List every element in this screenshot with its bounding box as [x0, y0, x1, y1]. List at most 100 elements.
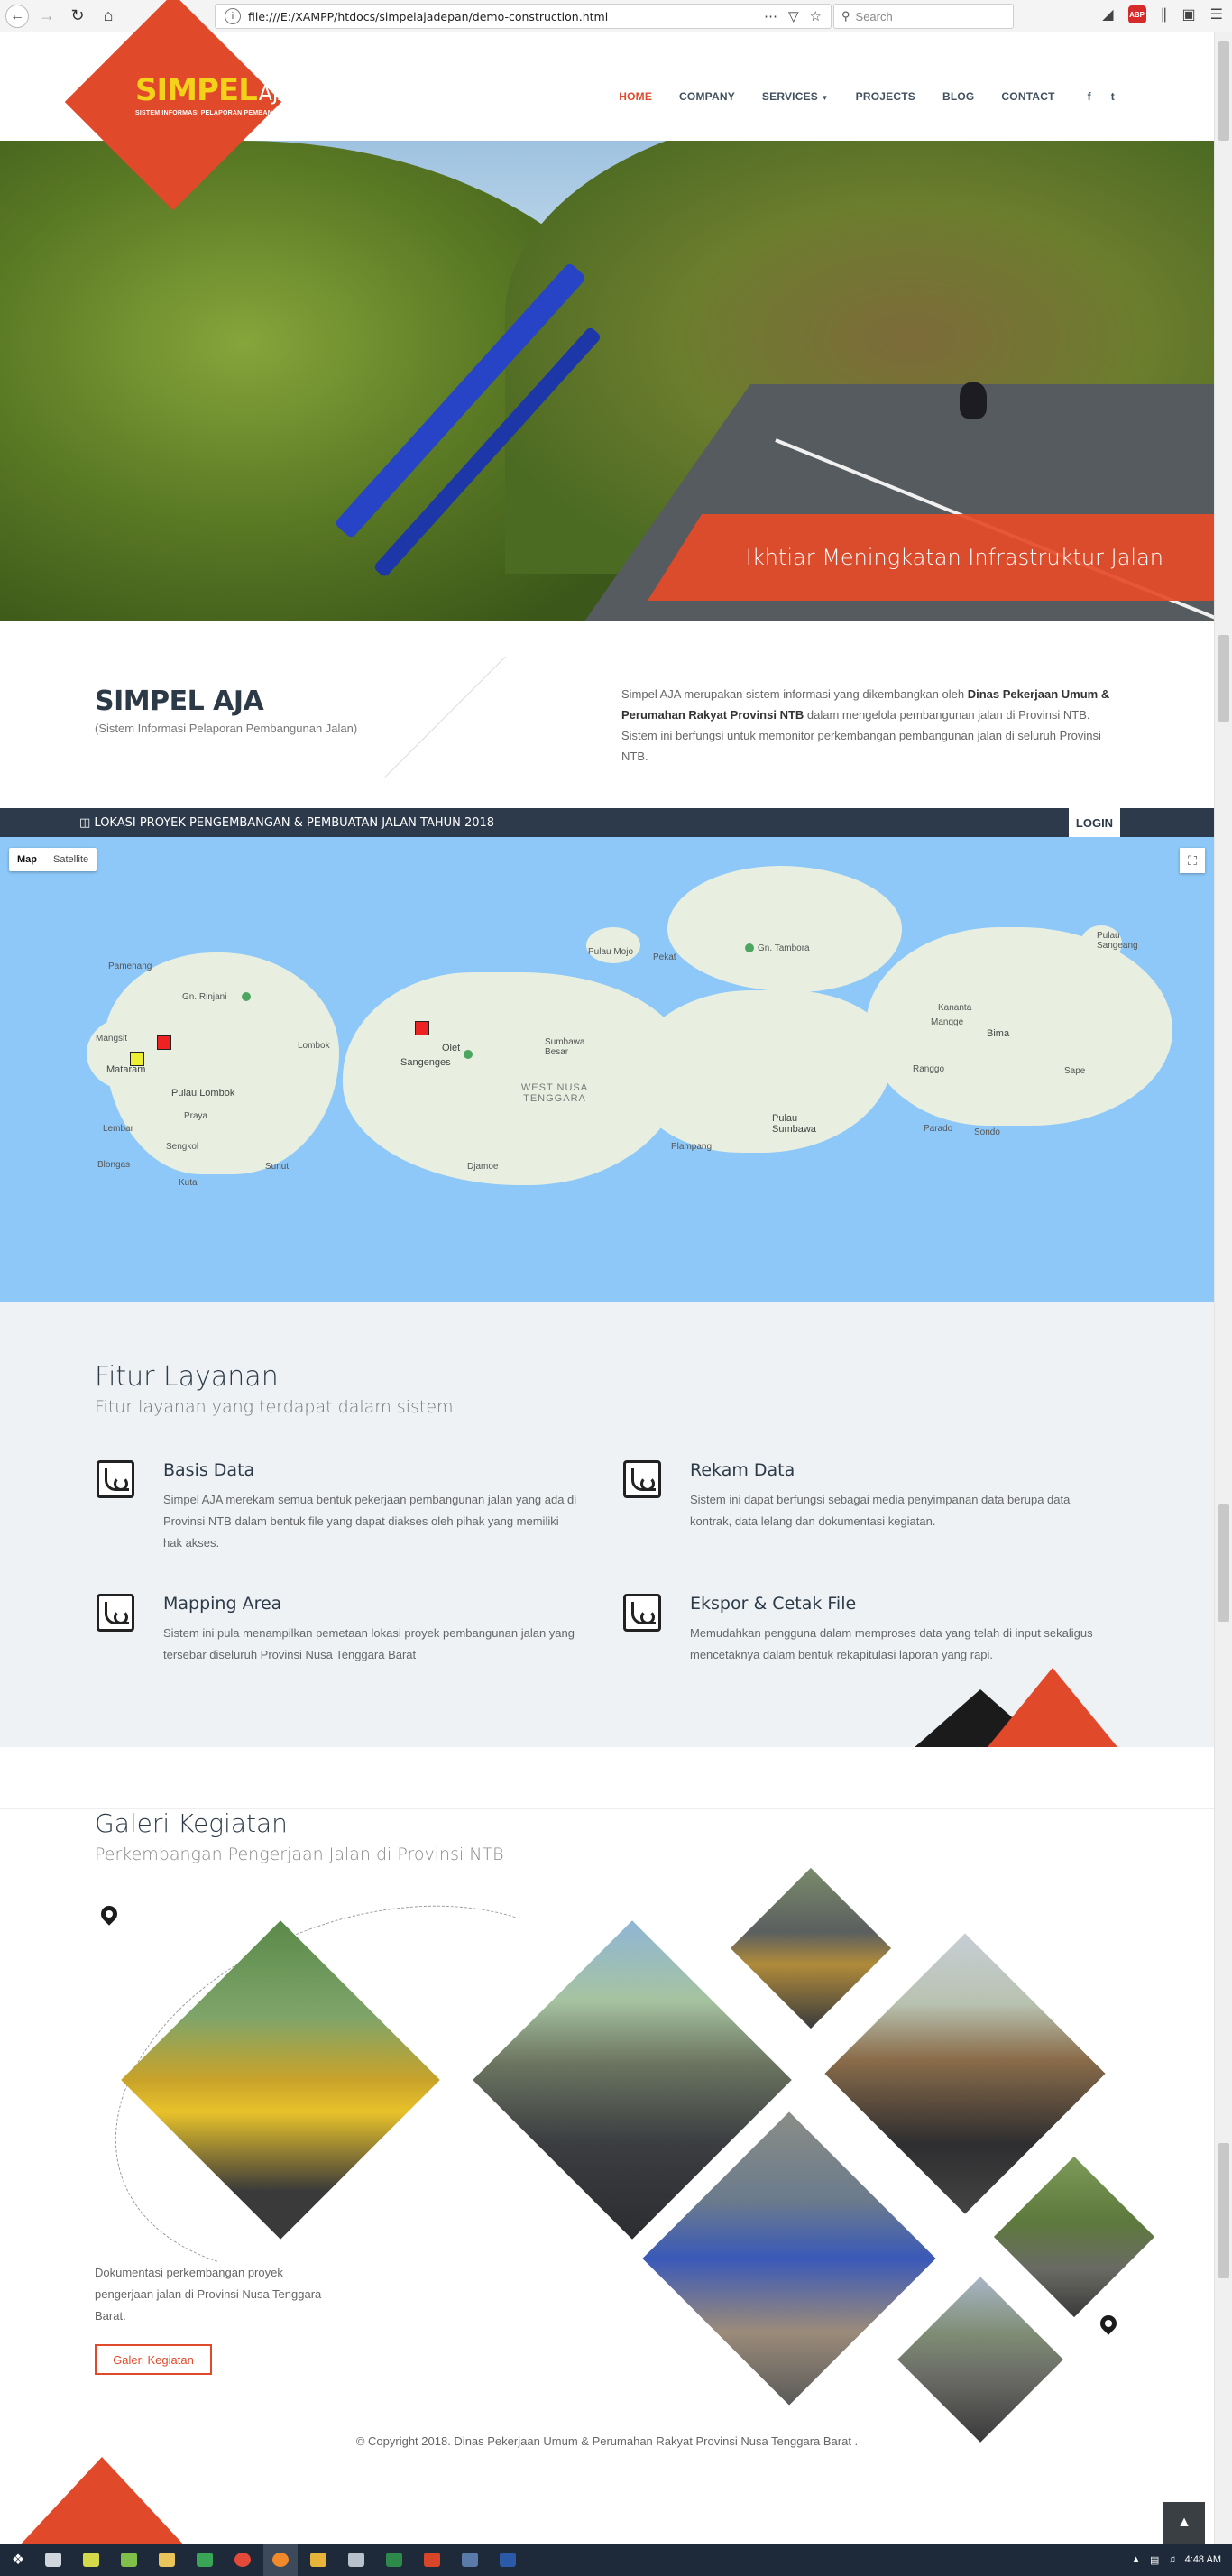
hamburger-menu-icon[interactable]: ☰ [1210, 5, 1223, 23]
taskbar-excel-icon[interactable] [377, 2544, 411, 2576]
scrollbar-thumb[interactable] [1218, 41, 1229, 141]
tray-arrow-icon[interactable]: ▲ [1131, 2554, 1141, 2565]
map-label: Pekat [653, 952, 676, 962]
mountain-marker-icon [464, 1050, 473, 1059]
menu-arrow-icon[interactable]: ◢ [1102, 5, 1113, 23]
map-bar-title-text: LOKASI PROYEK PENGEMBANGAN & PEMBUATAN J… [94, 815, 495, 830]
forward-icon[interactable]: → [34, 4, 60, 29]
library-icon[interactable]: ∥ [1161, 5, 1168, 23]
search-icon: ⚲ [841, 9, 850, 23]
map-label: Sondo [974, 1127, 1000, 1137]
bookmark-star-icon[interactable]: ☆ [810, 8, 822, 24]
taskbar-app-icon[interactable] [453, 2544, 487, 2576]
map-label: Olet [442, 1043, 461, 1053]
taskbar-notepad-icon[interactable] [36, 2544, 70, 2576]
project-marker[interactable] [157, 1035, 171, 1050]
intro-divider [383, 656, 506, 778]
logo-subtitle: SISTEM INFORMASI PELAPORAN PEMBANGUNAN J… [135, 110, 321, 116]
page-actions-icon[interactable]: ⋯ [764, 8, 777, 24]
scroll-to-top-button[interactable]: ▲ [1163, 2502, 1205, 2544]
map-label: Sape [1064, 1066, 1086, 1076]
map-view-button[interactable]: Map [9, 848, 45, 871]
map-label: Pulau Sangeang [1097, 931, 1138, 951]
scrollbar-thumb[interactable] [1218, 635, 1229, 722]
back-icon[interactable]: ← [5, 4, 29, 28]
network-icon[interactable]: ▤ [1150, 2554, 1159, 2566]
map-label: Kuta [179, 1178, 198, 1188]
start-menu-icon[interactable]: ❖ [0, 2544, 36, 2576]
taskbar-word-icon[interactable] [491, 2544, 525, 2576]
gallery-section: Galeri Kegiatan Perkembangan Pengerjaan … [0, 1747, 1214, 2547]
decor-triangle-footer [18, 2457, 186, 2547]
taskbar-firefox-icon[interactable] [263, 2544, 298, 2576]
taskbar-app-icon[interactable] [339, 2544, 373, 2576]
taskbar-app-icon[interactable] [74, 2544, 108, 2576]
hero-motorcycle [960, 382, 987, 419]
taskbar-media-icon[interactable] [301, 2544, 336, 2576]
feature-title: Rekam Data [690, 1460, 795, 1480]
taskbar-explorer-icon[interactable] [150, 2544, 184, 2576]
feature-text: Sistem ini dapat berfungsi sebagai media… [690, 1493, 1071, 1528]
project-map[interactable]: Map Satellite ⛶ Pamenang Gn. Rinjani Man… [0, 837, 1214, 1302]
gallery-photo[interactable] [993, 2156, 1155, 2318]
nav-blog[interactable]: BLOG [942, 90, 974, 103]
twitter-icon[interactable]: t [1111, 90, 1115, 103]
scrollbar-thumb[interactable] [1218, 2143, 1229, 2278]
location-pin-icon [97, 1902, 121, 1926]
taskbar-app-icon[interactable] [112, 2544, 146, 2576]
nav-projects[interactable]: PROJECTS [856, 90, 915, 103]
map-label: Blongas [97, 1160, 131, 1170]
export-print-icon [623, 1594, 661, 1632]
mountain-marker-icon [242, 992, 251, 1001]
map-label: Lembar [103, 1124, 133, 1134]
pocket-icon[interactable]: ▽ [788, 8, 799, 24]
map-label: Sangenges [400, 1057, 451, 1068]
features-section: Fitur Layanan Fitur layanan yang terdapa… [0, 1302, 1214, 1747]
reload-icon[interactable]: ↻ [65, 4, 90, 29]
satellite-view-button[interactable]: Satellite [45, 848, 97, 871]
feature-text: Sistem ini pula menampilkan pemetaan lok… [163, 1626, 575, 1661]
gallery-photo[interactable] [730, 1867, 892, 2029]
map-region-label: WEST NUSA TENGGARA [520, 1082, 589, 1104]
project-marker[interactable] [130, 1052, 144, 1066]
clock-time[interactable]: 4:48 AM [1185, 2554, 1221, 2565]
location-pin-icon [1097, 2312, 1120, 2335]
taskbar-chrome-icon[interactable] [225, 2544, 260, 2576]
info-icon[interactable]: i [225, 8, 241, 24]
map-label: Mangge [931, 1017, 964, 1027]
mountain-marker-icon [745, 943, 754, 952]
address-bar[interactable]: i file:///E:/XAMPP/htdocs/simpelajadepan… [215, 4, 832, 29]
facebook-icon[interactable]: f [1088, 90, 1091, 103]
login-button[interactable]: LOGIN [1069, 808, 1120, 837]
fullscreen-icon[interactable]: ⛶ [1180, 848, 1205, 873]
project-marker[interactable] [415, 1021, 429, 1035]
volume-icon[interactable]: ♫ [1168, 2554, 1175, 2565]
adblock-icon[interactable]: ABP [1127, 5, 1146, 23]
home-icon[interactable]: ⌂ [96, 4, 121, 29]
hero-caption-text: Ikhtiar Meningkatan Infrastruktur Jalan [745, 545, 1163, 570]
site-logo[interactable]: SIMPEL AJA SISTEM INFORMASI PELAPORAN PE… [135, 72, 320, 116]
nav-contact[interactable]: CONTACT [1001, 90, 1054, 103]
nav-services[interactable]: SERVICES ▼ [762, 90, 829, 103]
url-text: file:///E:/XAMPP/htdocs/simpelajadepan/d… [248, 9, 609, 23]
sidebar-icon[interactable]: ▣ [1182, 5, 1196, 23]
feature-title: Basis Data [163, 1460, 255, 1480]
gallery-subtitle: Perkembangan Pengerjaan Jalan di Provins… [95, 1845, 504, 1864]
nav-home[interactable]: HOME [619, 90, 652, 103]
search-input[interactable]: ⚲ Search [833, 4, 1014, 29]
map-label: Sunut [265, 1162, 290, 1172]
gallery-photo[interactable] [897, 2277, 1063, 2443]
page-scrollbar[interactable] [1214, 32, 1232, 2544]
scrollbar-thumb[interactable] [1218, 1504, 1229, 1622]
gallery-description: Dokumentasi perkembangan proyek pengerja… [95, 2266, 322, 2323]
island-sumbawa-mid [631, 990, 893, 1153]
taskbar-app-icon[interactable] [188, 2544, 222, 2576]
intro-section: SIMPEL AJA (Sistem Informasi Pelaporan P… [0, 621, 1214, 808]
map-label: Gn. Rinjani [182, 992, 227, 1002]
map-label: Pulau Mojo [588, 947, 634, 957]
taskbar-app-icon[interactable] [415, 2544, 449, 2576]
decor-triangle-orange [988, 1668, 1117, 1747]
nav-company[interactable]: COMPANY [679, 90, 735, 103]
map-label: Gn. Tambora [758, 943, 810, 953]
gallery-button[interactable]: Galeri Kegiatan [95, 2344, 212, 2375]
